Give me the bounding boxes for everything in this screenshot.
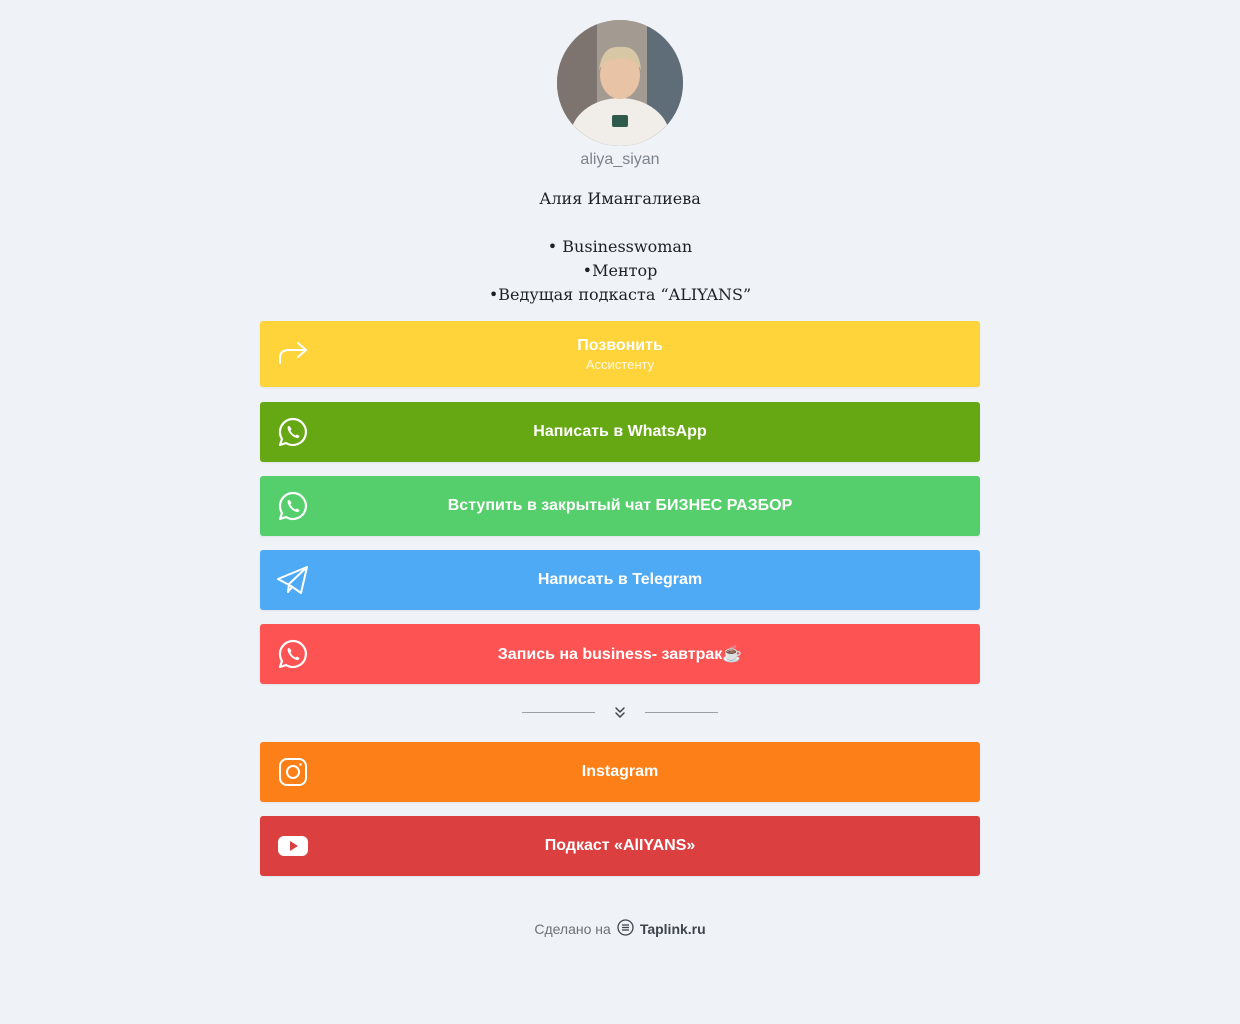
profile-name: Алия Имангалиева — [539, 189, 701, 208]
business-breakfast-button[interactable]: Запись на business- завтрак☕ — [260, 624, 980, 684]
whatsapp-button-label: Написать в WhatsApp — [533, 423, 707, 440]
instagram-button-label: Instagram — [581, 763, 659, 780]
bio-line: •Ведущая подкаста “ALIYANS” — [488, 285, 752, 304]
join-chat-button-label: Вступить в закрытый чат БИЗНЕС РАЗБОР — [447, 497, 793, 514]
join-chat-button[interactable]: Вступить в закрытый чат БИЗНЕС РАЗБОР — [260, 476, 980, 536]
podcast-youtube-button[interactable]: Подкаст «AlIYANS» — [260, 816, 980, 876]
call-button-label: Позвонить — [577, 336, 663, 354]
avatar-photo — [557, 20, 683, 146]
username: aliya_siyan — [580, 151, 660, 168]
business-breakfast-button-label: Запись на business- завтрак☕ — [497, 646, 743, 663]
profile-bio: Алия Имангалиева • Businesswoman •Ментор… — [0, 187, 1240, 307]
bio-line: • Businesswoman — [547, 237, 693, 256]
instagram-button[interactable]: Instagram — [260, 742, 980, 802]
footer: Сделано на Taplink.ru — [0, 919, 1240, 939]
whatsapp-icon — [276, 637, 310, 671]
share-arrow-icon — [276, 337, 310, 371]
taplink-link[interactable]: Taplink.ru — [640, 921, 706, 937]
whatsapp-icon — [276, 415, 310, 449]
telegram-button[interactable]: Написать в Telegram — [260, 550, 980, 610]
footer-prefix: Сделано на — [534, 921, 611, 937]
bio-line: •Ментор — [582, 261, 658, 280]
whatsapp-button[interactable]: Написать в WhatsApp — [260, 402, 980, 462]
podcast-button-label: Подкаст «AlIYANS» — [544, 837, 696, 854]
section-divider — [522, 703, 718, 723]
telegram-icon — [276, 563, 310, 597]
double-chevron-down-icon — [614, 706, 626, 725]
avatar — [557, 20, 683, 146]
call-button-sublabel: Ассистенту — [585, 356, 655, 372]
call-assistant-button[interactable]: Позвонить Ассистенту — [260, 321, 980, 387]
whatsapp-icon — [276, 489, 310, 523]
instagram-icon — [276, 755, 310, 789]
taplink-logo-icon — [617, 919, 634, 939]
telegram-button-label: Написать в Telegram — [537, 571, 703, 588]
youtube-icon — [276, 829, 310, 863]
